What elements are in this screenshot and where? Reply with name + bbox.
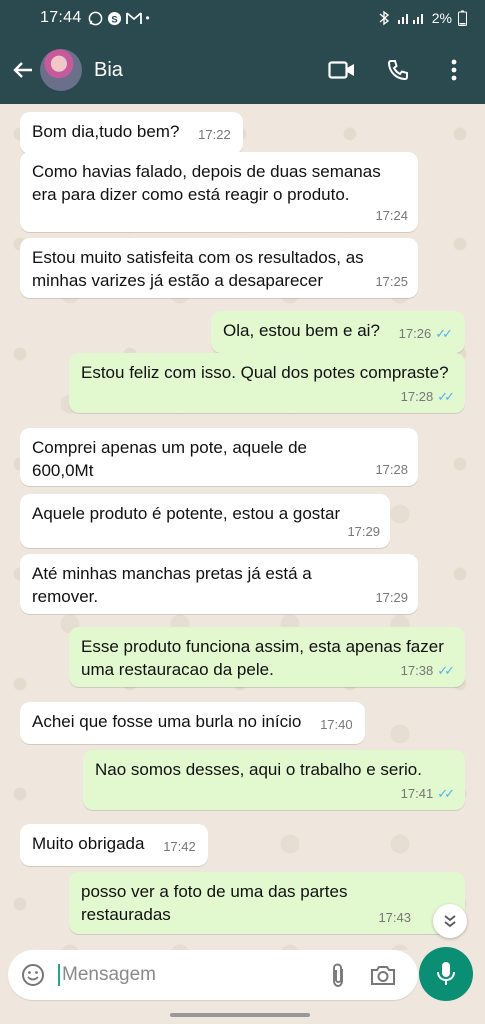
message-text: Muito obrigada bbox=[32, 834, 145, 853]
message-incoming[interactable]: Comprei apenas um pote, aquele de 600,0M… bbox=[20, 428, 418, 486]
message-incoming[interactable]: Bom dia,tudo bem? 17:22 bbox=[20, 112, 243, 154]
message-text: Estou feliz com isso. Qual dos potes com… bbox=[81, 363, 449, 382]
double-check-icon: ✓✓ bbox=[437, 663, 455, 678]
status-bar: 17:44 S • 2% bbox=[0, 0, 485, 36]
camera-button[interactable] bbox=[368, 960, 398, 990]
message-text: Nao somos desses, aqui o trabalho e seri… bbox=[95, 760, 422, 779]
video-camera-icon bbox=[328, 61, 354, 79]
message-time: 17:29 bbox=[375, 590, 408, 605]
message-time: 17:26 bbox=[398, 326, 432, 341]
emoji-icon bbox=[22, 964, 44, 986]
scroll-to-bottom-button[interactable] bbox=[433, 904, 467, 938]
message-text: Achei que fosse uma burla no início bbox=[32, 712, 302, 731]
message-outgoing[interactable]: Nao somos desses, aqui o trabalho e seri… bbox=[83, 750, 465, 810]
message-outgoing[interactable]: posso ver a foto de uma das partes resta… bbox=[69, 872, 465, 934]
back-arrow-icon[interactable] bbox=[6, 53, 40, 87]
battery-icon bbox=[458, 10, 467, 26]
message-text: posso ver a foto de uma das partes resta… bbox=[81, 882, 348, 924]
message-time: 17:40 bbox=[320, 717, 353, 732]
attach-button[interactable] bbox=[324, 961, 352, 989]
voice-message-button[interactable] bbox=[419, 947, 473, 1001]
status-time: 17:44 bbox=[40, 9, 82, 26]
camera-icon bbox=[371, 966, 395, 985]
message-text: Aquele produto é potente, estou a gostar bbox=[32, 504, 341, 523]
message-incoming[interactable]: Aquele produto é potente, estou a gostar… bbox=[20, 494, 390, 548]
phone-icon bbox=[387, 60, 408, 81]
message-incoming[interactable]: Até minhas manchas pretas já está a remo… bbox=[20, 554, 418, 614]
double-check-icon: ✓✓ bbox=[437, 786, 455, 801]
voice-call-button[interactable] bbox=[383, 55, 413, 85]
message-time: 17:41 bbox=[400, 786, 434, 801]
message-time: 17:24 bbox=[375, 208, 408, 223]
emoji-button[interactable] bbox=[18, 960, 48, 990]
video-call-button[interactable] bbox=[327, 55, 357, 85]
message-text: Como havias falado, depois de duas seman… bbox=[32, 162, 381, 204]
kebab-menu-icon bbox=[451, 59, 457, 81]
message-time: 17:22 bbox=[198, 127, 231, 142]
message-incoming[interactable]: Achei que fosse uma burla no início 17:4… bbox=[20, 702, 365, 744]
message-time: 17:28 bbox=[400, 389, 434, 404]
composer bbox=[0, 947, 485, 1008]
more-options-button[interactable] bbox=[439, 55, 469, 85]
paperclip-icon bbox=[333, 963, 343, 987]
chat-header: Bia bbox=[0, 36, 485, 104]
bluetooth-icon bbox=[379, 10, 389, 26]
avatar[interactable] bbox=[40, 49, 82, 91]
message-incoming[interactable]: Muito obrigada 17:42 bbox=[20, 824, 208, 866]
whatsapp-icon bbox=[88, 11, 102, 25]
svg-text:S: S bbox=[111, 14, 117, 24]
battery-percent: 2% bbox=[431, 10, 452, 26]
message-text: Esse produto funciona assim, esta apenas… bbox=[81, 637, 444, 679]
message-text: Até minhas manchas pretas já está a remo… bbox=[32, 564, 312, 606]
message-outgoing[interactable]: Estou feliz com isso. Qual dos potes com… bbox=[69, 353, 465, 413]
message-text: Bom dia,tudo bem? bbox=[32, 122, 180, 141]
message-text: Comprei apenas um pote, aquele de 600,0M… bbox=[32, 438, 308, 480]
message-outgoing[interactable]: Ola, estou bem e ai? 17:26 ✓✓ bbox=[211, 311, 465, 353]
message-text: Estou muito satisfeita com os resultados… bbox=[32, 248, 364, 290]
status-dot: • bbox=[145, 11, 150, 25]
message-input[interactable] bbox=[58, 964, 318, 986]
message-time: 17:38 bbox=[400, 663, 434, 678]
contact-name[interactable]: Bia bbox=[94, 59, 327, 82]
message-time: 17:28 bbox=[375, 462, 408, 477]
message-time: 17:29 bbox=[347, 524, 380, 539]
message-input-pill bbox=[8, 950, 418, 1000]
skype-icon: S bbox=[107, 11, 121, 25]
message-incoming[interactable]: Estou muito satisfeita com os resultados… bbox=[20, 238, 418, 298]
message-time: 17:25 bbox=[375, 274, 408, 289]
chat-area[interactable]: Bom dia,tudo bem? 17:22 Como havias fala… bbox=[0, 104, 485, 950]
double-chevron-down-icon bbox=[444, 915, 456, 928]
message-time: 17:42 bbox=[163, 839, 196, 854]
gmail-icon bbox=[125, 12, 142, 24]
home-indicator bbox=[170, 1013, 310, 1017]
double-check-icon: ✓✓ bbox=[435, 326, 453, 341]
message-time: 17:43 bbox=[378, 910, 411, 925]
microphone-icon bbox=[437, 962, 455, 985]
message-outgoing[interactable]: Esse produto funciona assim, esta apenas… bbox=[69, 627, 465, 687]
message-incoming[interactable]: Como havias falado, depois de duas seman… bbox=[20, 152, 418, 232]
double-check-icon: ✓✓ bbox=[437, 389, 455, 404]
message-text: Ola, estou bem e ai? bbox=[223, 321, 380, 340]
signal-icon bbox=[397, 14, 423, 24]
